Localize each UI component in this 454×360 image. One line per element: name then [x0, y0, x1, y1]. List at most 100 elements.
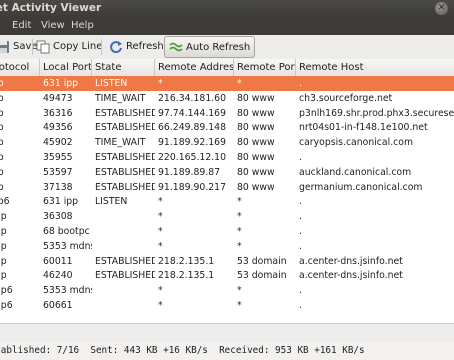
cell-remote-address: *: [158, 240, 163, 252]
cell-remote-host: .: [299, 78, 302, 89]
cell-remote-port: 80 www: [237, 107, 275, 119]
cell-local-port: 5353 mdns: [43, 285, 92, 297]
copy-line-label: Copy Line: [53, 41, 103, 52]
table-row[interactable]: udp 60011 ESTABLISHED218.2.135.1 53 domain a…: [0, 254, 454, 269]
cell-remote-address: 220.165.12.10: [158, 152, 227, 163]
cell-protocol: tcp: [0, 152, 4, 163]
toolbar: Save Copy Line Refresh Auto Refresh: [0, 35, 454, 60]
cell-state: ESTABLISHED: [95, 152, 155, 163]
cell-state: LISTEN: [95, 196, 128, 208]
cell-state: ESTABLISHED: [95, 255, 155, 267]
cell-state: ESTABLISHED: [95, 107, 155, 119]
table-row[interactable]: udp 46240 ESTABLISHED218.2.135.1 53 domain a…: [0, 268, 454, 283]
table-row[interactable]: udp 36308 * *.: [0, 209, 454, 224]
cell-remote-port: 53 domain: [237, 270, 287, 282]
cell-local-port: 49356: [43, 122, 73, 134]
cell-local-port: 46240: [43, 270, 73, 282]
column-header-remote-host[interactable]: Remote Host: [296, 59, 454, 76]
cell-remote-address: 66.249.89.148: [158, 122, 227, 134]
cell-remote-port: *: [237, 226, 242, 237]
cell-state: [92, 298, 155, 313]
cell-remote-host: caryopsis.canonical.com: [299, 137, 414, 149]
menu-edit[interactable]: Edit: [12, 20, 31, 31]
column-header-local-port[interactable]: Local Port: [40, 59, 92, 76]
cell-remote-port: 80 www: [237, 122, 275, 134]
table-row[interactable]: udp 5353 mdns * *.: [0, 239, 454, 254]
table-row[interactable]: udp 68 bootpc * *.: [0, 224, 454, 239]
menu-help[interactable]: Help: [71, 20, 94, 31]
column-header-state[interactable]: State: [92, 59, 155, 76]
cell-remote-address: *: [158, 285, 163, 297]
cell-state: LISTEN: [95, 78, 128, 89]
refresh-button[interactable]: Refresh: [109, 37, 164, 56]
window-title: Net Activity Viewer: [0, 2, 102, 14]
table-row[interactable]: tcp 49356 ESTABLISHED66.249.89.148 80 www nr…: [0, 120, 454, 135]
cell-remote-port: *: [237, 196, 242, 208]
table-row[interactable]: tcp 35955 ESTABLISHED220.165.12.10 80 www.: [0, 150, 454, 165]
cell-remote-port: 53 domain: [237, 255, 287, 267]
column-header-remote-address[interactable]: Remote Address: [155, 59, 234, 76]
close-icon[interactable]: ✕: [435, 2, 448, 15]
cell-local-port: 45902: [43, 137, 73, 149]
cell-local-port: 36308: [43, 211, 73, 223]
cell-local-port: 36316: [43, 107, 73, 119]
cell-remote-host: .: [299, 196, 302, 208]
cell-protocol: tcp: [0, 181, 4, 193]
cell-remote-port: *: [237, 285, 242, 297]
menu-bar: Edit View Help: [0, 18, 454, 35]
refresh-icon: [109, 40, 123, 54]
auto-refresh-label: Auto Refresh: [186, 41, 251, 53]
column-header-remote-port[interactable]: Remote Port: [234, 59, 296, 76]
cell-remote-port: *: [237, 240, 242, 252]
cell-remote-address: 97.74.144.169: [158, 107, 227, 119]
cell-remote-port: *: [237, 211, 242, 223]
table-row[interactable]: tcp 37138 ESTABLISHED91.189.90.217 80 www ge…: [0, 180, 454, 195]
cell-remote-host: .: [299, 226, 302, 237]
cell-remote-host: germanium.canonical.com: [299, 181, 423, 193]
menu-view[interactable]: View: [41, 20, 65, 31]
cell-local-port: 35955: [43, 152, 73, 163]
table-row[interactable]: tcp 631 ipp LISTEN * *.: [0, 76, 454, 91]
cell-state: [92, 283, 155, 298]
cell-remote-host: .: [299, 300, 302, 311]
table-row[interactable]: udp6 5353 mdns * *.: [0, 283, 454, 298]
cell-protocol: udp6: [0, 285, 13, 297]
cell-state: ESTABLISHED: [95, 270, 155, 282]
copy-line-button[interactable]: Copy Line: [36, 37, 102, 56]
cell-state: [92, 209, 155, 224]
cell-state: ESTABLISHED: [95, 122, 155, 134]
table-row[interactable]: udp6 60661 * *.: [0, 298, 454, 313]
cell-protocol: udp: [0, 270, 7, 282]
cell-remote-host: ch3.sourceforge.net: [299, 92, 393, 104]
table-row[interactable]: tcp 36316 ESTABLISHED97.74.144.169 80 www p3…: [0, 106, 454, 121]
cell-remote-port: 80 www: [237, 92, 275, 104]
table-row[interactable]: tcp 49473 TIME_WAIT 216.34.181.60 80 www ch3.…: [0, 91, 454, 106]
cell-protocol: tcp: [0, 166, 4, 178]
cell-remote-address: *: [158, 211, 163, 223]
table-row[interactable]: tcp 45902 TIME_WAIT 91.189.92.169 80 www cary…: [0, 135, 454, 150]
toolbar-separator: [101, 39, 102, 55]
cell-state: ESTABLISHED: [95, 181, 155, 193]
save-label: Save: [13, 41, 38, 52]
cell-remote-port: *: [237, 78, 242, 89]
cell-remote-host: .: [299, 285, 302, 297]
cell-remote-host: a.center-dns.jsinfo.net: [299, 255, 403, 267]
cell-state: ESTABLISHED: [95, 166, 155, 178]
cell-protocol: tcp: [0, 92, 4, 104]
cell-remote-host: p3nlh169.shr.prod.phx3.secureserver.net: [299, 107, 454, 119]
cell-local-port: 49473: [43, 92, 73, 104]
cell-state: [92, 239, 155, 254]
table-row[interactable]: tcp 53597 ESTABLISHED91.189.89.87 80 www auc…: [0, 165, 454, 180]
cell-protocol: tcp: [0, 107, 4, 119]
status-text: Established: 7/16 Sent: 443 KB +16 KB/s …: [0, 345, 365, 356]
cell-protocol: tcp: [0, 122, 4, 134]
column-header-protocol[interactable]: Protocol: [0, 59, 40, 76]
cell-protocol: tcp: [0, 78, 4, 89]
auto-refresh-button[interactable]: Auto Refresh: [164, 36, 256, 58]
cell-remote-port: *: [237, 300, 242, 311]
cell-local-port: 5353 mdns: [43, 240, 92, 252]
table-row[interactable]: tcp6 631 ipp LISTEN * *.: [0, 194, 454, 209]
cell-local-port: 631 ipp: [43, 196, 79, 208]
cell-protocol: udp: [0, 211, 7, 223]
cell-remote-host: a.center-dns.jsinfo.net: [299, 270, 403, 282]
